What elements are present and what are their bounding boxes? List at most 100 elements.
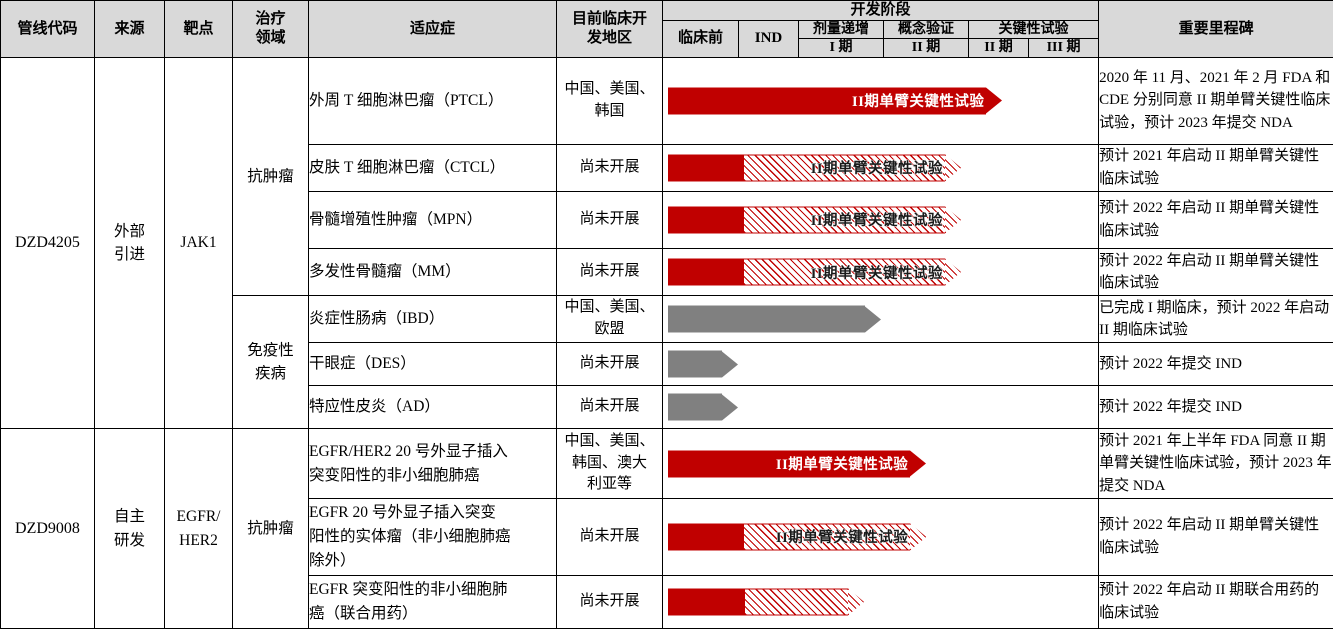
cell-milestone: 预计 2022 年提交 IND [1098, 342, 1333, 387]
region-line2: 韩国、澳大 [571, 454, 647, 471]
th-ind: IND [738, 19, 799, 58]
cell-region: 中国、美国、 韩国、澳大 利亚等 [556, 427, 663, 500]
region-line3: 利亚等 [586, 476, 632, 493]
th-phase-3: III 期 [1027, 38, 1100, 58]
indication-line2: 突变阳性的非小细胞肺癌 [309, 466, 480, 484]
cell-region: 尚未开展 [556, 385, 663, 429]
cell-milestone: 预计 2022 年启动 II 期联合用药的临床试验 [1098, 574, 1333, 629]
bar-arrow-icon [945, 154, 962, 182]
bar-solid-segment [668, 588, 745, 616]
cell-area-antitumor-1: 抗肿瘤 [232, 56, 309, 297]
cell-region: 尚未开展 [556, 143, 663, 192]
cell-stage-bar: II期单臂关键性试验 [661, 498, 1100, 576]
bar-label: II期单臂关键性试验 [775, 457, 909, 474]
bar-arrow-icon [910, 450, 927, 477]
bar-arrow-icon [721, 394, 738, 421]
cell-stage-bar [661, 295, 1100, 344]
progress-bar-solid-grey [668, 350, 738, 378]
bar-track: II期单臂关键性试验 [663, 145, 1098, 191]
cell-milestone: 预计 2022 年启动 II 期单臂关键性临床试验 [1098, 247, 1333, 297]
cell-target-dzd4205: JAK1 [164, 56, 233, 430]
bar-track: II期单臂关键性试验 [663, 499, 1098, 575]
th-area-line2: 领域 [255, 29, 286, 46]
cell-stage-bar [661, 385, 1100, 429]
th-preclinical: 临床前 [662, 19, 739, 58]
bar-label: II期单臂关键性试验 [852, 94, 985, 111]
th-region-line2: 发地区 [586, 29, 632, 46]
header-row-1: 管线代码 来源 靶点 治疗 领域 适应症 目前临床开 发地区 开发阶段 重要里程… [0, 0, 1333, 58]
cell-indication: 骨髓增殖性肿瘤（MPN） [308, 190, 557, 250]
bar-arrow-icon [865, 306, 882, 333]
cell-stage-bar: II期单臂关键性试验 [661, 190, 1100, 250]
indication-line2: 阳性的实体瘤（非小细胞肺癌 [309, 527, 511, 545]
cell-source-dzd4205: 外部 引进 [94, 56, 165, 430]
cell-indication: EGFR 20 号外显子插入突变 阳性的实体瘤（非小细胞肺癌 除外） [308, 498, 557, 576]
th-area-line1: 治疗 [255, 11, 286, 28]
cell-stage-bar: II期单臂关键性试验 [661, 56, 1100, 145]
region-line2: 韩国 [594, 102, 625, 119]
progress-bar-split-red: II期单臂关键性试验 [668, 154, 962, 182]
cell-region: 中国、美国、 欧盟 [556, 295, 663, 344]
cell-region: 尚未开展 [556, 247, 663, 297]
bar-arrow-icon [945, 206, 962, 234]
cell-area-antitumor-2: 抗肿瘤 [232, 428, 309, 629]
bar-arrow-icon [986, 87, 1003, 114]
cell-milestone: 预计 2021 年启动 II 期单臂关键性临床试验 [1098, 143, 1333, 192]
cell-indication: 炎症性肠病（IBD） [308, 295, 557, 344]
cell-stage-bar: II期单臂关键性试验 [661, 427, 1100, 500]
cell-pipeline-code-dzd4205: DZD4205 [0, 56, 95, 430]
th-phase-1: I 期 [798, 38, 884, 58]
table-row: DZD4205 外部 引进 JAK1 抗肿瘤 外周 T 细胞淋巴瘤（PTCL） … [0, 56, 1333, 430]
th-development-stage: 开发阶段 [661, 0, 1100, 21]
source-line2: 引进 [113, 245, 145, 263]
bar-label: II期单臂关键性试验 [810, 265, 944, 282]
cell-milestone: 已完成 I 期临床，预计 2022 年启动 II 期临床试验 [1098, 295, 1333, 344]
bar-label: II期单臂关键性试验 [810, 213, 944, 230]
progress-bar-solid-red: II期单臂关键性试验 [668, 450, 927, 478]
cell-pipeline-code-dzd9008: DZD9008 [0, 428, 95, 629]
region-line1: 中国、美国、 [564, 80, 655, 97]
indication-line1: EGFR/HER2 20 号外显子插入 [309, 442, 508, 460]
cell-stage-bar: II期单臂关键性试验 [661, 143, 1100, 192]
cell-stage-bar: II期单臂关键性试验 [661, 247, 1100, 297]
th-target: 靶点 [164, 0, 233, 58]
cell-indication: 多发性骨髓瘤（MM） [308, 247, 557, 297]
bar-arrow-icon [721, 351, 738, 378]
bar-track: II期单臂关键性试验 [663, 429, 1098, 498]
cell-indication: EGFR/HER2 20 号外显子插入 突变阳性的非小细胞肺癌 [308, 427, 557, 500]
cell-region: 尚未开展 [556, 574, 663, 629]
bar-track [663, 343, 1098, 385]
indication-line1: EGFR 突变阳性的非小细胞肺 [309, 580, 508, 598]
th-phase-2a: II 期 [883, 38, 969, 58]
cell-milestone: 2020 年 11 月、2021 年 2 月 FDA 和 CDE 分别同意 II… [1098, 56, 1333, 145]
cell-indication: 特应性皮炎（AD） [308, 385, 557, 429]
cell-indication: 皮肤 T 细胞淋巴瘤（CTCL） [308, 143, 557, 192]
cell-indication: EGFR 突变阳性的非小细胞肺 癌（联合用药） [308, 574, 557, 629]
th-region: 目前临床开 发地区 [556, 0, 663, 58]
area-line2: 疾病 [254, 365, 286, 383]
bar-solid-segment [668, 154, 745, 182]
bar-label: II期单臂关键性试验 [775, 530, 909, 547]
bar-track: II期单臂关键性试验 [663, 249, 1098, 295]
region-line1: 中国、美国、 [564, 299, 655, 316]
cell-indication: 干眼症（DES） [308, 342, 557, 387]
cell-milestone: 预计 2021 年上半年 FDA 同意 II 期单臂关键性临床试验，预计 202… [1098, 427, 1333, 500]
bar-solid-segment [668, 206, 745, 234]
cell-milestone: 预计 2022 年提交 IND [1098, 385, 1333, 429]
th-region-line1: 目前临床开 [571, 11, 647, 28]
bar-track [663, 386, 1098, 428]
progress-bar-solid-red: II期单臂关键性试验 [668, 87, 1003, 115]
cell-source-dzd9008: 自主 研发 [94, 428, 165, 629]
cell-region: 尚未开展 [556, 342, 663, 387]
target-line2: HER2 [179, 531, 218, 549]
cell-stage-bar [661, 574, 1100, 629]
bar-arrow-icon [945, 258, 962, 286]
bar-hatched-segment [744, 588, 848, 616]
bar-track [663, 296, 1098, 342]
bar-solid-segment [668, 523, 745, 551]
table-header: 管线代码 来源 靶点 治疗 领域 适应症 目前临床开 发地区 开发阶段 重要里程… [0, 0, 1333, 58]
target-line1: EGFR/ [176, 508, 221, 526]
cell-target-dzd9008: EGFR/ HER2 [164, 428, 233, 629]
progress-bar-split-red: II期单臂关键性试验 [668, 258, 962, 286]
region-line2: 欧盟 [594, 321, 625, 338]
